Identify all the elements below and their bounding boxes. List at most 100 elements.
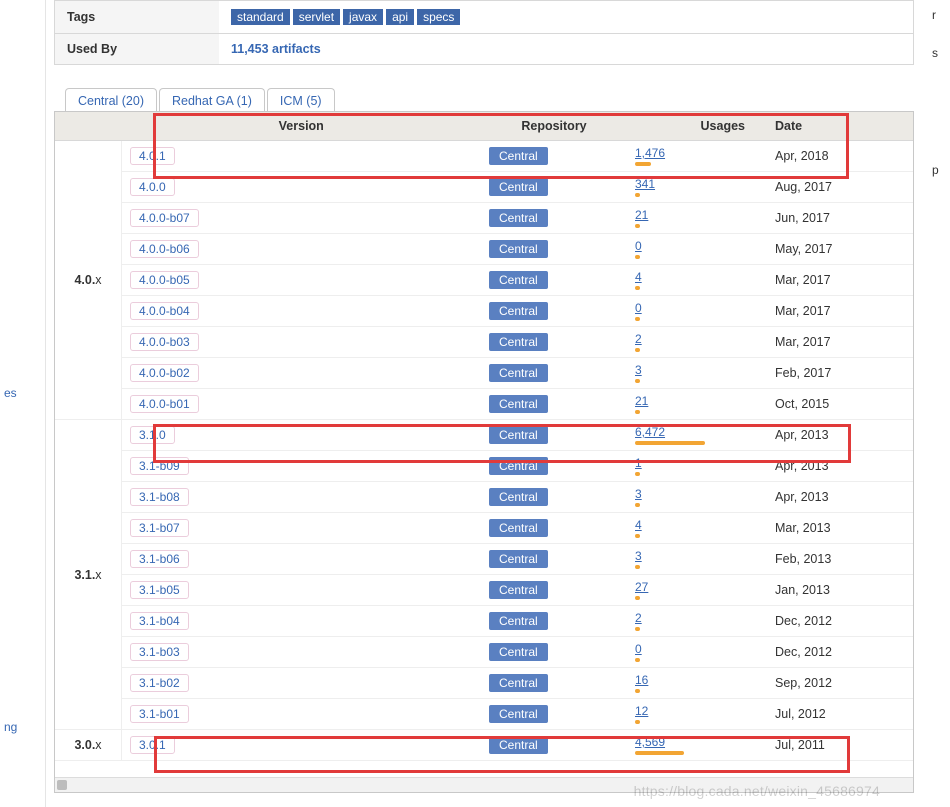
usages-link[interactable]: 3: [635, 487, 642, 501]
usages-bar: [635, 596, 640, 600]
branch-label: 3.1.x: [55, 420, 122, 730]
date-cell: Dec, 2012: [753, 637, 913, 668]
usages-link[interactable]: 2: [635, 611, 642, 625]
version-link[interactable]: 4.0.0-b07: [130, 209, 199, 227]
repo-badge[interactable]: Central: [489, 209, 548, 227]
table-row: 4.0.0-b02 Central 3 Feb, 2017: [55, 358, 913, 389]
version-link[interactable]: 3.1-b05: [130, 581, 189, 599]
repo-badge[interactable]: Central: [489, 364, 548, 382]
repo-badge[interactable]: Central: [489, 674, 548, 692]
tag-javax[interactable]: javax: [343, 9, 383, 25]
tag-specs[interactable]: specs: [417, 9, 460, 25]
version-link[interactable]: 4.0.0-b01: [130, 395, 199, 413]
version-link[interactable]: 4.0.0-b02: [130, 364, 199, 382]
table-row: 3.1-b06Central3Feb, 2013: [55, 544, 913, 575]
tab-1[interactable]: Redhat GA (1): [159, 88, 265, 113]
usages-link[interactable]: 12: [635, 704, 648, 718]
date-cell: Mar, 2017: [753, 327, 913, 358]
usages-link[interactable]: 21: [635, 394, 648, 408]
usages-bar: [635, 224, 640, 228]
repo-badge[interactable]: Central: [489, 643, 548, 661]
version-link[interactable]: 3.1-b04: [130, 612, 189, 630]
right-fragment-1: r: [932, 8, 936, 22]
repo-badge[interactable]: Central: [489, 457, 548, 475]
usages-link[interactable]: 1,476: [635, 146, 665, 160]
table-row: 4.0.0-b01Central21Oct, 2015: [55, 389, 913, 420]
version-link[interactable]: 3.1-b09: [130, 457, 189, 475]
left-sidebar-link-2[interactable]: ng: [4, 720, 17, 734]
usages-link[interactable]: 3: [635, 363, 642, 377]
table-row: 3.1-b04 Central 2 Dec, 2012: [55, 606, 913, 637]
version-link[interactable]: 4.0.0-b06: [130, 240, 199, 258]
usages-link[interactable]: 21: [635, 208, 648, 222]
repo-badge[interactable]: Central: [489, 736, 548, 754]
usages-link[interactable]: 0: [635, 642, 642, 656]
usages-link[interactable]: 2: [635, 332, 642, 346]
col-version: Version: [122, 112, 482, 141]
usedby-link[interactable]: 11,453 artifacts: [231, 42, 321, 56]
repo-badge[interactable]: Central: [489, 178, 548, 196]
branch-label: 3.0.x: [55, 730, 122, 761]
table-row: 4.0.0-b05 Central 4 Mar, 2017: [55, 265, 913, 296]
usages-link[interactable]: 0: [635, 301, 642, 315]
table-row: 4.0.0-b07Central21Jun, 2017: [55, 203, 913, 234]
repo-badge[interactable]: Central: [489, 581, 548, 599]
repo-badge[interactable]: Central: [489, 519, 548, 537]
date-cell: Mar, 2017: [753, 265, 913, 296]
repo-badge[interactable]: Central: [489, 705, 548, 723]
version-link[interactable]: 3.1-b01: [130, 705, 189, 723]
version-link[interactable]: 3.1-b07: [130, 519, 189, 537]
version-link[interactable]: 3.1-b03: [130, 643, 189, 661]
usages-bar: [635, 720, 640, 724]
tag-api[interactable]: api: [386, 9, 414, 25]
repo-badge[interactable]: Central: [489, 240, 548, 258]
tab-2[interactable]: ICM (5): [267, 88, 335, 113]
version-link[interactable]: 4.0.1: [130, 147, 175, 165]
repo-badge[interactable]: Central: [489, 395, 548, 413]
tag-standard[interactable]: standard: [231, 9, 290, 25]
repo-badge[interactable]: Central: [489, 147, 548, 165]
usages-bar: [635, 472, 640, 476]
repo-badge[interactable]: Central: [489, 550, 548, 568]
table-row: 3.1-b03 Central 0 Dec, 2012: [55, 637, 913, 668]
date-cell: Apr, 2013: [753, 420, 913, 451]
repo-badge[interactable]: Central: [489, 488, 548, 506]
usages-link[interactable]: 4,569: [635, 735, 665, 749]
date-cell: Jul, 2011: [753, 730, 913, 761]
right-fragment-2: s: [932, 46, 938, 60]
repo-badge[interactable]: Central: [489, 271, 548, 289]
version-link[interactable]: 4.0.0-b05: [130, 271, 199, 289]
version-link[interactable]: 4.0.0-b03: [130, 333, 199, 351]
date-cell: Dec, 2012: [753, 606, 913, 637]
usages-link[interactable]: 4: [635, 518, 642, 532]
tab-0[interactable]: Central (20): [65, 88, 157, 113]
repo-badge[interactable]: Central: [489, 302, 548, 320]
usages-link[interactable]: 341: [635, 177, 655, 191]
usages-bar: [635, 379, 640, 383]
tag-servlet[interactable]: servlet: [293, 9, 340, 25]
usages-link[interactable]: 3: [635, 549, 642, 563]
usages-bar: [635, 193, 640, 197]
repo-badge[interactable]: Central: [489, 426, 548, 444]
usages-link[interactable]: 0: [635, 239, 642, 253]
usages-link[interactable]: 1: [635, 456, 642, 470]
table-row: 3.1-b01Central12Jul, 2012: [55, 699, 913, 730]
version-link[interactable]: 3.1-b06: [130, 550, 189, 568]
version-link[interactable]: 4.0.0-b04: [130, 302, 199, 320]
usages-link[interactable]: 16: [635, 673, 648, 687]
version-link[interactable]: 3.1.0: [130, 426, 175, 444]
usages-link[interactable]: 27: [635, 580, 648, 594]
version-link[interactable]: 3.0.1: [130, 736, 175, 754]
version-link[interactable]: 3.1-b02: [130, 674, 189, 692]
right-fragment-3: p: [932, 163, 939, 177]
repo-badge[interactable]: Central: [489, 333, 548, 351]
table-row: 4.0.0-b06Central0May, 2017: [55, 234, 913, 265]
version-link[interactable]: 3.1-b08: [130, 488, 189, 506]
date-cell: Feb, 2017: [753, 358, 913, 389]
usages-link[interactable]: 6,472: [635, 425, 665, 439]
repo-badge[interactable]: Central: [489, 612, 548, 630]
left-sidebar-link-1[interactable]: es: [4, 386, 17, 400]
version-link[interactable]: 4.0.0: [130, 178, 175, 196]
usages-link[interactable]: 4: [635, 270, 642, 284]
date-cell: Apr, 2013: [753, 482, 913, 513]
